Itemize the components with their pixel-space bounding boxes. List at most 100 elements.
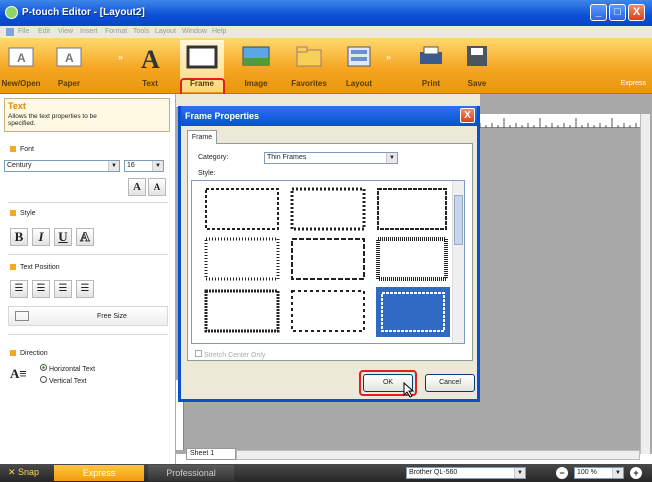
style-label: Style: <box>198 170 216 177</box>
favorites-label: Favorites <box>291 79 327 88</box>
vertical-text-radio[interactable]: Vertical Text <box>40 376 87 385</box>
vertical-text-label: Vertical Text <box>48 378 87 385</box>
frame-style-5[interactable] <box>291 238 365 280</box>
properties-panel: Text Allows the text properties to be sp… <box>0 94 176 464</box>
image-icon <box>242 46 270 66</box>
menu-file[interactable]: File <box>18 28 29 35</box>
align-center-icon[interactable]: ☰ <box>32 280 50 298</box>
font-section-label: Font <box>20 146 35 153</box>
snap-label: Snap <box>18 467 40 477</box>
menu-insert[interactable]: Insert <box>80 28 98 35</box>
vertical-scrollbar[interactable] <box>640 114 650 454</box>
image-button[interactable]: Image <box>234 40 278 92</box>
frame-style-list <box>204 187 450 337</box>
free-size-button[interactable]: Free Size <box>8 306 168 326</box>
minimize-button[interactable]: _ <box>590 4 607 21</box>
align-right-icon[interactable]: ☰ <box>54 280 72 298</box>
free-size-icon <box>15 311 29 321</box>
frame-style-2[interactable] <box>290 187 366 231</box>
favorites-button[interactable]: Favorites <box>284 40 334 92</box>
tab-express[interactable]: Express <box>54 465 144 481</box>
category-label: Category: <box>198 154 229 161</box>
frame-style-1[interactable] <box>205 188 279 230</box>
underline-button[interactable]: U <box>54 228 72 246</box>
frame-properties-dialog: Frame Properties X Frame Category: Thin … <box>178 106 480 402</box>
frame-style-3[interactable] <box>377 188 447 230</box>
menu-window[interactable]: Window <box>182 28 207 35</box>
new-open-button[interactable]: A New/Open <box>0 40 42 92</box>
ribbon-arrow-2: » <box>386 52 392 62</box>
grow-font-button[interactable]: A <box>128 178 146 196</box>
layout-button[interactable]: Layout <box>340 40 378 92</box>
font-name-select[interactable]: Century ▼ <box>4 160 120 172</box>
printer-select[interactable]: Brother QL-560 ▼ <box>406 467 526 479</box>
stretch-center-label: Stretch Center Only <box>203 352 266 359</box>
zoom-select[interactable]: 100 % ▼ <box>574 467 624 479</box>
outline-button[interactable]: A <box>76 228 94 246</box>
text-position-label: Text Position <box>20 264 60 271</box>
align-justify-icon[interactable]: ☰ <box>76 280 94 298</box>
style-list-scrollbar[interactable] <box>452 181 464 343</box>
menu-edit[interactable]: Edit <box>38 28 50 35</box>
panel-hint: Allows the text properties to be specifi… <box>8 113 97 127</box>
italic-button[interactable]: I <box>32 228 50 246</box>
menu-format[interactable]: Format <box>105 28 127 35</box>
horizontal-text-label: Horizontal Text <box>48 366 96 373</box>
frame-style-9-selected[interactable] <box>376 287 450 337</box>
frame-style-7[interactable] <box>204 289 280 333</box>
cancel-button[interactable]: Cancel <box>425 374 475 392</box>
status-bar: ✕ Snap Express Professional Brother QL-5… <box>0 464 652 482</box>
tab-frame[interactable]: Frame <box>187 130 217 144</box>
font-size-select[interactable]: 16 ▼ <box>124 160 164 172</box>
ruler <box>476 114 648 128</box>
dialog-title: Frame Properties <box>185 111 260 121</box>
menu-view[interactable]: View <box>58 28 73 35</box>
stretch-center-checkbox[interactable]: Stretch Center Only <box>195 350 265 359</box>
zoom-in-icon[interactable]: + <box>630 467 642 479</box>
divider <box>8 202 168 203</box>
style-section: Style <box>10 210 36 217</box>
menu-help[interactable]: Help <box>212 28 226 35</box>
text-position-section: Text Position <box>10 264 60 271</box>
tab-professional[interactable]: Professional <box>148 465 234 481</box>
sheet-tab[interactable]: Sheet 1 <box>186 448 236 460</box>
align-left-icon[interactable]: ☰ <box>10 280 28 298</box>
frame-style-6[interactable] <box>376 237 448 281</box>
layout-icon <box>347 46 371 67</box>
new-open-label: New/Open <box>1 79 41 88</box>
paper-icon: A <box>56 47 82 67</box>
maximize-button[interactable]: □ <box>609 4 626 21</box>
divider <box>8 334 168 335</box>
ruler-ticks <box>479 118 637 128</box>
paper-button[interactable]: A Paper <box>48 40 90 92</box>
free-size-label: Free Size <box>97 313 127 320</box>
dialog-close-button[interactable]: X <box>460 108 475 123</box>
zoom-out-icon[interactable]: − <box>556 467 568 479</box>
shrink-font-button[interactable]: A <box>148 178 166 196</box>
horizontal-text-radio[interactable]: Horizontal Text <box>40 364 95 373</box>
category-select[interactable]: Thin Frames ▼ <box>264 152 398 164</box>
bold-button[interactable]: B <box>10 228 28 246</box>
menu-tools[interactable]: Tools <box>133 28 149 35</box>
ribbon-toolbar: A New/Open A Paper » A Text Frame Image … <box>0 38 652 130</box>
text-button[interactable]: A Text <box>130 40 170 92</box>
paper-label: Paper <box>57 79 81 88</box>
font-section: Font <box>10 146 34 153</box>
style-section-label: Style <box>20 210 36 217</box>
direction-section: Direction <box>10 350 48 357</box>
frame-style-grid[interactable] <box>191 180 465 344</box>
printer-icon <box>420 46 442 64</box>
frame-style-4[interactable] <box>204 237 280 281</box>
snap-button[interactable]: ✕ Snap <box>8 467 39 478</box>
ribbon-arrow-1: » <box>118 52 124 62</box>
panel-heading: Text <box>8 101 26 111</box>
express-label: Express <box>620 80 646 87</box>
frame-style-8[interactable] <box>291 290 365 332</box>
menu-layout[interactable]: Layout <box>155 28 176 35</box>
horizontal-scrollbar[interactable] <box>236 450 640 460</box>
mouse-cursor-icon <box>403 382 415 398</box>
image-label: Image <box>244 79 268 88</box>
print-button[interactable]: Print <box>412 40 450 92</box>
close-button[interactable]: X <box>628 4 645 21</box>
save-button[interactable]: Save <box>458 40 496 92</box>
